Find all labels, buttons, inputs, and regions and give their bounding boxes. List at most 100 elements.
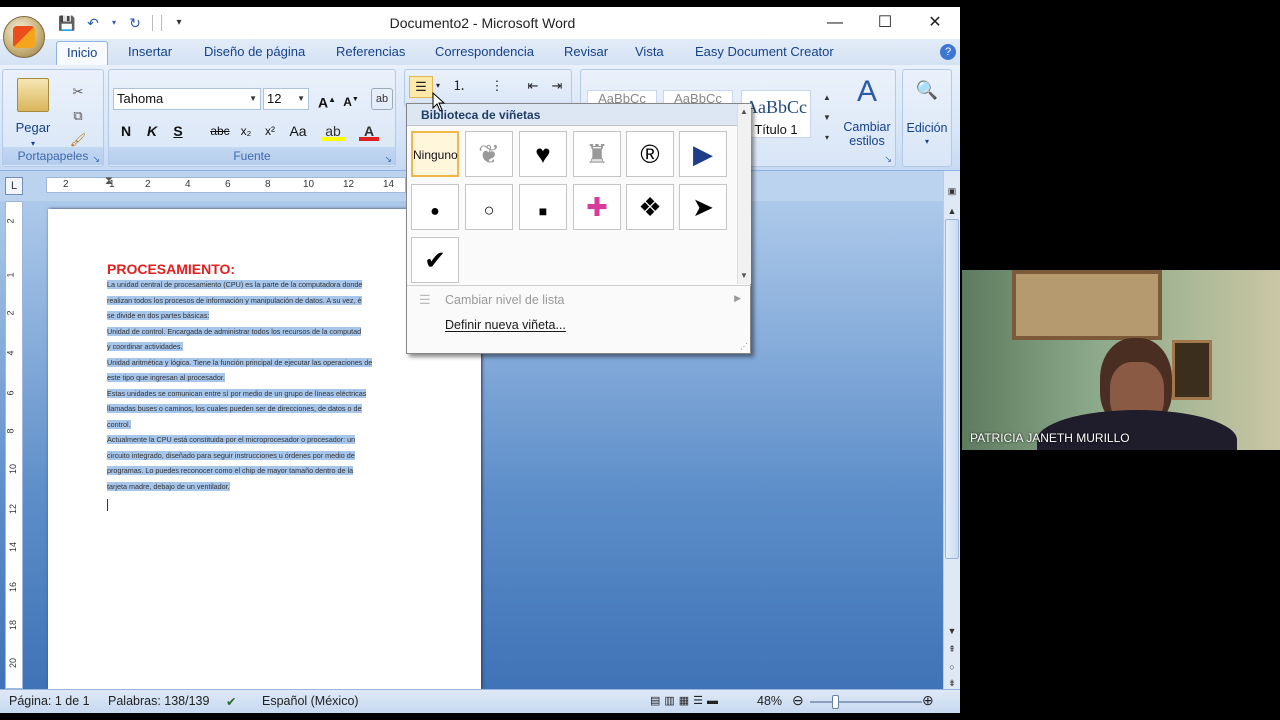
bullet-color-cross[interactable]: ✚ xyxy=(573,184,621,230)
bullet-registered[interactable]: ® xyxy=(626,131,674,177)
text-line[interactable]: Unidad de control. Encargada de administ… xyxy=(107,324,420,340)
bullet-filled-circle[interactable]: ● xyxy=(411,184,459,230)
text-line[interactable]: tarjeta madre, debajo de un ventilador. xyxy=(107,479,420,495)
scroll-up-icon[interactable]: ▲ xyxy=(740,107,748,116)
zoom-slider[interactable] xyxy=(810,701,922,703)
browse-object-icon[interactable]: ○ xyxy=(946,661,958,673)
style-heading1[interactable]: AaBbCc Título 1 xyxy=(741,90,811,138)
maximize-icon[interactable]: ☐ xyxy=(860,7,910,39)
dropdown-scrollbar[interactable]: ▲ ▼ xyxy=(737,104,751,284)
tab-vista[interactable]: Vista xyxy=(635,44,664,59)
bullet-heart[interactable]: ♥ xyxy=(519,131,567,177)
text-line[interactable]: este tipo que ingresan al procesador. xyxy=(107,370,420,386)
bullet-diamonds[interactable]: ❖ xyxy=(626,184,674,230)
underline-button[interactable]: S xyxy=(167,121,189,141)
cut-icon[interactable]: ✂ xyxy=(69,82,87,102)
bullet-hollow-circle[interactable]: ○ xyxy=(465,184,513,230)
change-styles-button[interactable]: Cambiar estilos xyxy=(839,120,895,148)
bullet-triangle[interactable]: ▶ xyxy=(679,131,727,177)
paste-icon[interactable] xyxy=(17,78,49,112)
minimize-icon[interactable]: — xyxy=(810,7,860,39)
indent-marker-icon[interactable]: ⧗ xyxy=(105,175,113,188)
text-line[interactable]: Unidad aritmética y lógica. Tiene la fun… xyxy=(107,355,420,371)
text-line[interactable]: Actualmente la CPU está constituida por … xyxy=(107,432,420,448)
text-line[interactable]: y coordinar actividades. xyxy=(107,339,420,355)
bullet-arrowhead[interactable]: ➤ xyxy=(679,184,727,230)
decrease-indent-icon[interactable]: ⇤ xyxy=(523,76,543,96)
previous-page-icon[interactable]: ⇞ xyxy=(946,643,958,655)
bullet-none[interactable]: Ninguno xyxy=(411,131,459,177)
change-styles-icon[interactable]: A xyxy=(839,77,895,107)
zoom-level[interactable]: 48% xyxy=(757,694,782,708)
document-body[interactable]: La unidad central de procesamiento (CPU)… xyxy=(107,277,420,494)
strikethrough-button[interactable]: abc xyxy=(205,121,235,141)
bullet-square[interactable]: ■ xyxy=(519,184,567,230)
resize-grip-icon[interactable]: ⋰ xyxy=(740,342,748,351)
text-line[interactable]: circuito integrado, diseñado para seguir… xyxy=(107,448,420,464)
bullet-picture-bullet[interactable]: ♜ xyxy=(573,131,621,177)
text-line[interactable]: control. xyxy=(107,417,420,433)
bullets-icon[interactable]: ☰ xyxy=(409,76,433,98)
tab-referencias[interactable]: Referencias xyxy=(336,44,405,59)
superscript-button[interactable]: x² xyxy=(259,121,281,141)
ruler-toggle-icon[interactable]: ▣ xyxy=(946,185,958,197)
scroll-up-icon[interactable]: ▲ xyxy=(946,205,958,217)
clear-format-icon[interactable]: ab xyxy=(371,88,393,110)
increase-indent-icon[interactable]: ⇥ xyxy=(547,76,567,96)
numbering-icon[interactable]: ⒈ xyxy=(447,76,471,96)
dialog-launcher-icon[interactable]: ↘ xyxy=(92,150,100,168)
scroll-down-icon[interactable]: ▼ xyxy=(740,271,748,280)
zoom-out-icon[interactable]: ⊖ xyxy=(792,692,804,709)
multilevel-list-icon[interactable]: ⋮ xyxy=(485,76,509,96)
font-name-field[interactable]: Tahoma ▼ xyxy=(113,88,261,110)
tab-revisar[interactable]: Revisar xyxy=(564,44,608,59)
tab-selector[interactable]: L xyxy=(5,177,23,195)
text-line[interactable]: La unidad central de procesamiento (CPU)… xyxy=(107,277,420,293)
change-case-button[interactable]: Aa xyxy=(285,121,311,141)
copy-icon[interactable]: ⧉ xyxy=(69,106,87,126)
next-page-icon[interactable]: ⇟ xyxy=(946,677,958,689)
tab-correspondencia[interactable]: Correspondencia xyxy=(435,44,534,59)
text-line[interactable]: llamadas buses o caminos, los cuales pue… xyxy=(107,401,420,417)
document-heading[interactable]: PROCESAMIENTO: xyxy=(107,261,235,277)
subscript-button[interactable]: x₂ xyxy=(235,121,257,141)
font-color-icon[interactable]: A xyxy=(359,121,379,141)
scroll-down-icon[interactable]: ▼ xyxy=(946,625,958,637)
tab-diseno[interactable]: Diseño de página xyxy=(204,44,305,59)
highlight-icon[interactable]: ab xyxy=(321,121,345,141)
proofing-icon[interactable]: ✔ xyxy=(226,694,236,709)
vertical-scrollbar[interactable]: ▣ ▲ ▼ ⇞ ○ ⇟ xyxy=(943,171,960,689)
text-line[interactable]: se divide en dos partes básicas: xyxy=(107,308,420,324)
ruler-bar[interactable]: 2 1 2 4 6 8 10 12 14 ⧗ xyxy=(46,175,406,193)
scroll-thumb[interactable] xyxy=(945,219,959,559)
help-icon[interactable]: ? xyxy=(940,44,956,60)
find-icon[interactable]: 🔍 xyxy=(911,80,943,100)
zoom-in-icon[interactable]: ⊕ xyxy=(922,692,934,709)
tab-easy-document-creator[interactable]: Easy Document Creator xyxy=(695,44,834,59)
close-icon[interactable]: ✕ xyxy=(910,7,960,39)
bullet-picture-bullet[interactable]: ❦ xyxy=(465,131,513,177)
bold-button[interactable]: N xyxy=(115,121,137,141)
word-count[interactable]: Palabras: 138/139 xyxy=(108,694,209,708)
dialog-launcher-icon[interactable]: ↘ xyxy=(884,150,892,168)
zoom-slider-knob[interactable] xyxy=(832,695,839,709)
font-size-field[interactable]: 12 ▼ xyxy=(263,88,309,110)
office-button[interactable] xyxy=(3,16,45,58)
bullet-checkmark[interactable]: ✔ xyxy=(411,237,459,283)
view-buttons-icon[interactable]: ▤▥▦☰▬ xyxy=(650,694,722,707)
tab-inicio[interactable]: Inicio xyxy=(56,41,109,65)
chevron-down-icon[interactable]: ▾ xyxy=(903,132,951,152)
define-new-bullet-item[interactable]: Definir nueva viñeta... xyxy=(413,314,745,336)
tab-insertar[interactable]: Insertar xyxy=(128,44,172,59)
text-line[interactable]: Estas unidades se comunican entre sí por… xyxy=(107,386,420,402)
shrink-font-icon[interactable]: A▼ xyxy=(341,90,361,112)
text-line[interactable]: programas. Lo puedes reconocer como el c… xyxy=(107,463,420,479)
text-line-content: y coordinar actividades. xyxy=(107,342,183,351)
text-line[interactable]: realizan todos los procesos de informaci… xyxy=(107,293,420,309)
language-status[interactable]: Español (México) xyxy=(262,694,359,708)
italic-button[interactable]: K xyxy=(141,121,163,141)
grow-font-icon[interactable]: A▲ xyxy=(317,90,337,113)
styles-scroll-icon[interactable]: ▲ ▼ ▾ xyxy=(821,88,833,148)
dialog-launcher-icon[interactable]: ↘ xyxy=(384,150,392,168)
page-count[interactable]: Página: 1 de 1 xyxy=(9,694,90,708)
